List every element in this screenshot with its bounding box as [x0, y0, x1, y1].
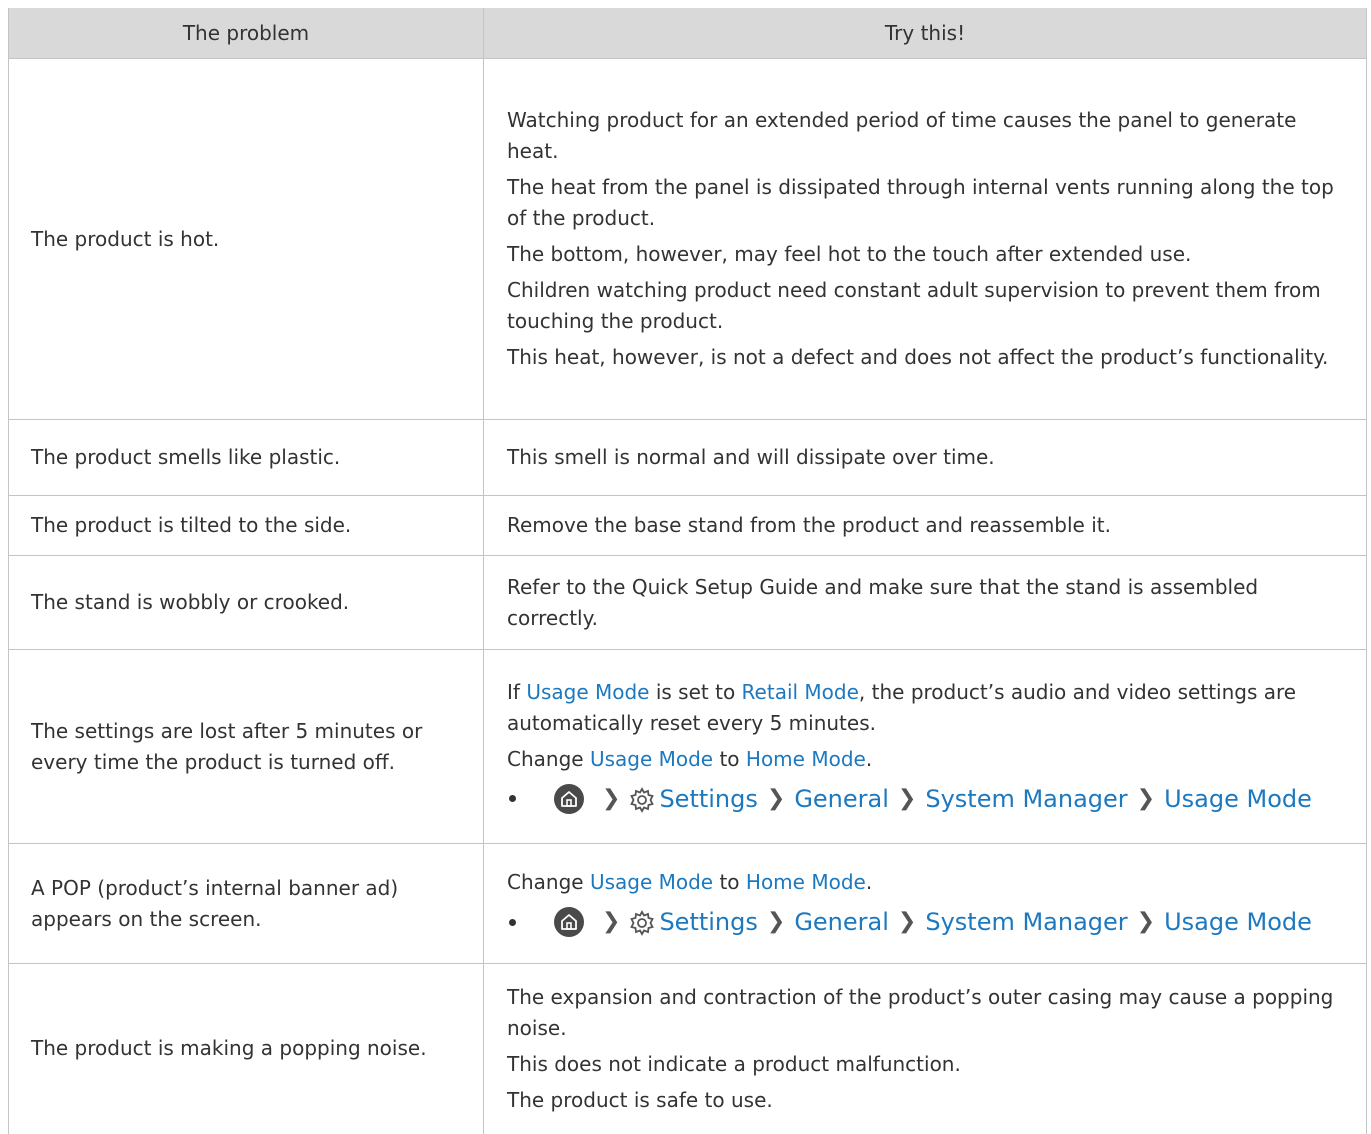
- text-period: .: [865, 870, 873, 894]
- table-row: The product is hot. Watching product for…: [8, 58, 1367, 420]
- solution-cell: Remove the base stand from the product a…: [483, 495, 1367, 556]
- chevron-right-icon: ❯: [766, 785, 786, 811]
- gear-icon: [629, 910, 655, 936]
- solution-text: Change Usage Mode to Home Mode.: [507, 867, 1348, 898]
- retail-mode-link[interactable]: Retail Mode: [742, 680, 859, 704]
- solution-text: The heat from the panel is dissipated th…: [507, 175, 1334, 230]
- usage-mode-link[interactable]: Usage Mode: [1164, 904, 1312, 940]
- chevron-right-icon: ❯: [602, 785, 621, 811]
- text-period: .: [865, 746, 873, 771]
- text-to: to: [719, 870, 740, 894]
- home-icon[interactable]: [554, 907, 584, 937]
- solution-text: Remove the base stand from the product a…: [507, 513, 1111, 537]
- general-link[interactable]: General: [794, 781, 889, 817]
- usage-mode-link[interactable]: Usage Mode: [1164, 781, 1312, 817]
- usage-mode-link[interactable]: Usage Mode: [590, 870, 713, 894]
- problem-cell: A POP (product’s internal banner ad) app…: [8, 843, 484, 964]
- solution-cell: This smell is normal and will dissipate …: [483, 419, 1367, 496]
- text-is-set-to: is set to: [655, 679, 736, 704]
- header-problem: The problem: [8, 8, 484, 59]
- solution-text: This heat, however, is not a defect and …: [507, 345, 1329, 369]
- solution-text: Refer to the Quick Setup Guide and make …: [507, 574, 1259, 630]
- solution-text: If Usage Mode is set to Retail Mode, the…: [507, 677, 1348, 739]
- solution-text: The expansion and contraction of the pro…: [507, 984, 1334, 1040]
- problem-cell: The product smells like plastic.: [8, 419, 484, 496]
- solution-cell: Refer to the Quick Setup Guide and make …: [483, 555, 1367, 650]
- system-manager-link[interactable]: System Manager: [925, 781, 1127, 817]
- chevron-right-icon: ❯: [602, 909, 621, 934]
- bullet-icon: [509, 918, 516, 926]
- solution-text: The product is safe to use.: [507, 1087, 773, 1112]
- troubleshooting-table: The problem Try this! The product is hot…: [8, 8, 1367, 1134]
- settings-link[interactable]: Settings: [659, 781, 757, 817]
- home-icon[interactable]: [554, 783, 584, 814]
- chevron-right-icon: ❯: [897, 785, 917, 811]
- problem-cell: The product is tilted to the side.: [8, 495, 484, 556]
- header-try-this: Try this!: [483, 8, 1367, 59]
- problem-cell: The product is making a popping noise.: [8, 963, 484, 1134]
- solution-text: Watching product for an extended period …: [507, 108, 1297, 163]
- table-header-row: The problem Try this!: [8, 8, 1367, 59]
- problem-cell: The settings are lost after 5 minutes or…: [8, 649, 484, 844]
- usage-mode-link[interactable]: Usage Mode: [590, 747, 713, 771]
- text-change: Change: [507, 870, 584, 894]
- table-row: The product is tilted to the side. Remov…: [8, 495, 1367, 556]
- problem-cell: The stand is wobbly or crooked.: [8, 555, 484, 650]
- solution-text: This does not indicate a product malfunc…: [507, 1051, 961, 1076]
- text-to: to: [719, 746, 740, 771]
- table-row: A POP (product’s internal banner ad) app…: [8, 843, 1367, 964]
- settings-link[interactable]: Settings: [659, 904, 757, 940]
- solution-text: This smell is normal and will dissipate …: [507, 445, 995, 469]
- chevron-right-icon: ❯: [1136, 909, 1156, 934]
- solution-text: The bottom, however, may feel hot to the…: [507, 242, 1192, 266]
- text-if: If: [507, 679, 520, 704]
- solution-cell: Watching product for an extended period …: [483, 58, 1367, 420]
- home-mode-link[interactable]: Home Mode: [746, 870, 866, 894]
- text-change: Change: [507, 746, 584, 771]
- table-row: The product smells like plastic. This sm…: [8, 419, 1367, 496]
- general-link[interactable]: General: [794, 904, 889, 940]
- menu-path: ❯ Settings ❯ General ❯ System Manager ❯ …: [507, 904, 1348, 940]
- system-manager-link[interactable]: System Manager: [925, 904, 1127, 940]
- solution-cell: Change Usage Mode to Home Mode. ❯ Settin…: [483, 843, 1367, 964]
- chevron-right-icon: ❯: [1136, 785, 1156, 811]
- table-row: The stand is wobbly or crooked. Refer to…: [8, 555, 1367, 650]
- solution-text: Children watching product need constant …: [507, 278, 1321, 333]
- solution-text: Change Usage Mode to Home Mode.: [507, 744, 1348, 775]
- home-mode-link[interactable]: Home Mode: [746, 747, 866, 771]
- chevron-right-icon: ❯: [897, 909, 917, 934]
- problem-cell: The product is hot.: [8, 58, 484, 420]
- table-row: The product is making a popping noise. T…: [8, 963, 1367, 1134]
- solution-cell: If Usage Mode is set to Retail Mode, the…: [483, 649, 1367, 844]
- chevron-right-icon: ❯: [766, 909, 786, 934]
- usage-mode-link[interactable]: Usage Mode: [526, 680, 649, 704]
- gear-icon: [629, 786, 655, 813]
- bullet-icon: [509, 795, 516, 802]
- table-row: The settings are lost after 5 minutes or…: [8, 649, 1367, 844]
- menu-path: ❯ Settings ❯ General ❯ System Manager ❯ …: [507, 781, 1348, 817]
- solution-cell: The expansion and contraction of the pro…: [483, 963, 1367, 1134]
